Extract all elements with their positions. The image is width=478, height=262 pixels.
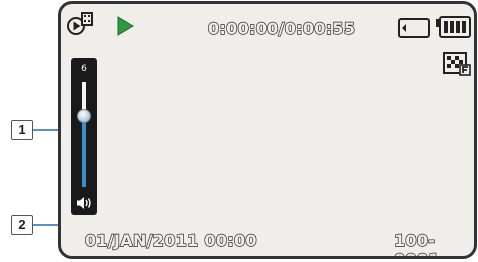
- callout-1: 1: [11, 120, 33, 140]
- lcd-screen: 0:00:00/0:00:55 6 01/JAN/2011 00:00 100-: [58, 1, 477, 259]
- playback-timecode: 0:00:00/0:00:55: [207, 18, 356, 38]
- movie-playback-icon: [67, 12, 95, 42]
- file-number: 100-0001: [393, 230, 440, 256]
- volume-slider[interactable]: 6: [71, 58, 97, 215]
- callout-1-label: 1: [18, 122, 26, 137]
- volume-fill: [82, 115, 86, 187]
- volume-knob[interactable]: [77, 108, 91, 123]
- photo-quality-fine-icon: [443, 52, 471, 80]
- battery-full-icon: [435, 16, 471, 42]
- callout-2: 2: [11, 215, 33, 235]
- play-icon[interactable]: [116, 16, 134, 40]
- speaker-icon: [76, 195, 94, 214]
- callout-2-label: 2: [18, 217, 26, 232]
- date-time-stamp: 01/JAN/2011 00:00: [84, 230, 257, 250]
- memory-card-icon: [398, 18, 430, 42]
- volume-max-label: 6: [81, 64, 87, 74]
